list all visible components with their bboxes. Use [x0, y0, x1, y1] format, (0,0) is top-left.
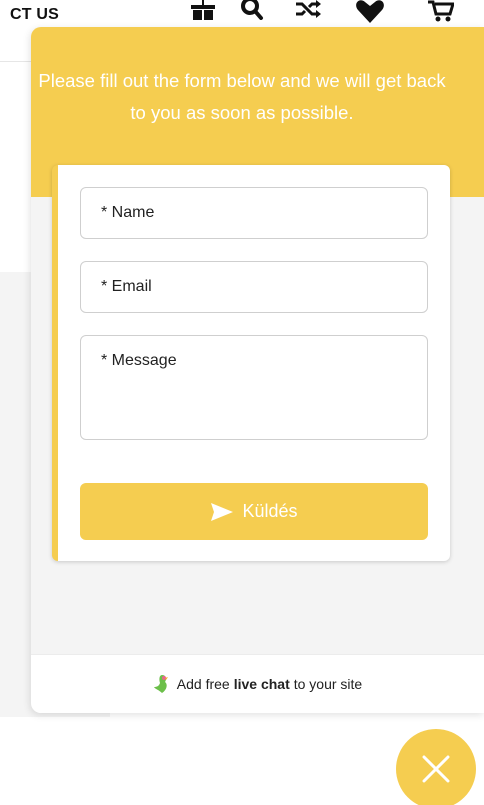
contact-form: * Name * Email * Message Küldés: [52, 165, 450, 561]
send-button[interactable]: Küldés: [80, 483, 428, 540]
footer-prefix: Add free: [176, 676, 230, 692]
email-field[interactable]: * Email: [80, 261, 428, 313]
search-icon[interactable]: [240, 0, 264, 20]
message-field[interactable]: * Message: [80, 335, 428, 440]
close-icon: [422, 755, 450, 783]
send-icon: [210, 502, 234, 522]
page: CT US Please fill out the form below and…: [0, 0, 484, 805]
footer-suffix: to your site: [293, 676, 363, 692]
widget-footer[interactable]: Add free live chat to your site: [31, 654, 484, 713]
send-button-label: Küldés: [242, 501, 298, 521]
contact-us-nav-link[interactable]: CT US: [10, 6, 59, 24]
shuffle-icon[interactable]: [294, 0, 322, 20]
heart-icon[interactable]: [355, 0, 385, 24]
widget-intro-text: Please fill out the form below and we wi…: [38, 70, 446, 123]
contact-widget: Please fill out the form below and we wi…: [31, 27, 484, 713]
gift-icon[interactable]: [190, 0, 216, 20]
close-chat-button[interactable]: [396, 729, 476, 805]
cart-icon[interactable]: [428, 0, 454, 22]
name-field[interactable]: * Name: [80, 187, 428, 239]
footer-live-chat-link[interactable]: live chat: [234, 676, 290, 692]
bird-logo-icon: [153, 674, 171, 694]
